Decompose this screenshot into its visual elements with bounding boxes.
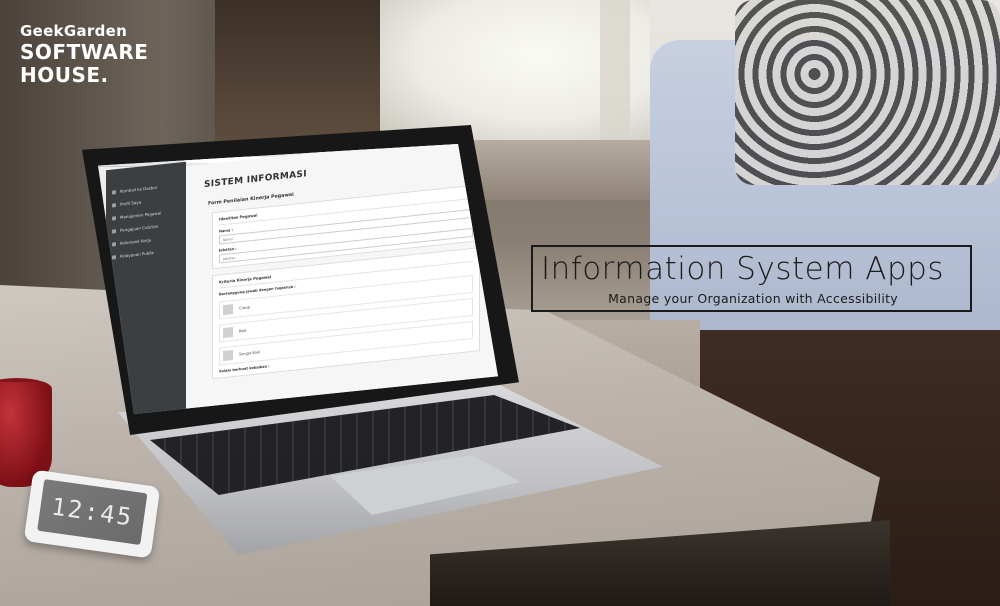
sidebar-item-label: Kembali ke Dasbor	[120, 184, 158, 194]
logo-wordmark: GeekGarden	[20, 22, 128, 40]
service-icon	[112, 254, 116, 260]
users-icon	[112, 215, 116, 221]
criteria-card: Kriteria Kinerja Pegawai Bertanggung jaw…	[212, 247, 480, 380]
sidebar-item-label: Kelompok Kerja	[120, 237, 152, 246]
sidebar-item-label: Manajemen Pegawai	[120, 210, 162, 220]
radio-box-icon	[223, 327, 233, 339]
radio-box-icon	[223, 350, 233, 362]
user-icon	[112, 202, 116, 208]
headline-banner: Information System Apps Manage your Orga…	[531, 245, 972, 312]
logo-line-house: HOUSE.	[20, 63, 109, 87]
sidebar-item-label: Pelayanan Publik	[120, 250, 154, 259]
patterned-pillow	[735, 0, 1000, 185]
company-logo: GeekGarden SOFTWARE HOUSE.	[20, 22, 149, 87]
group-icon	[112, 241, 116, 247]
option-label: Baik	[239, 328, 247, 334]
laptop-screen: Safari File Edit View History Bookmarks …	[98, 144, 498, 414]
sidebar-item-label: Profil Saya	[120, 199, 142, 207]
option-label: Cukup	[239, 305, 251, 311]
phone-clock: 12:45	[37, 479, 148, 546]
calendar-icon	[112, 228, 116, 234]
sidebar-item-label: Pengajuan Cuti/Izin	[120, 223, 159, 233]
logo-line-software: SOFTWARE	[20, 40, 149, 64]
option-label: Sangat Baik	[239, 350, 260, 357]
main-content: SISTEM INFORMASI Form Penilaian Kinerja …	[186, 144, 498, 414]
radio-box-icon	[223, 304, 233, 316]
headline-title: Information System Apps	[541, 251, 944, 287]
window-frame	[600, 0, 630, 150]
headline-subtitle: Manage your Organization with Accessibil…	[608, 291, 898, 306]
home-icon	[112, 189, 116, 195]
